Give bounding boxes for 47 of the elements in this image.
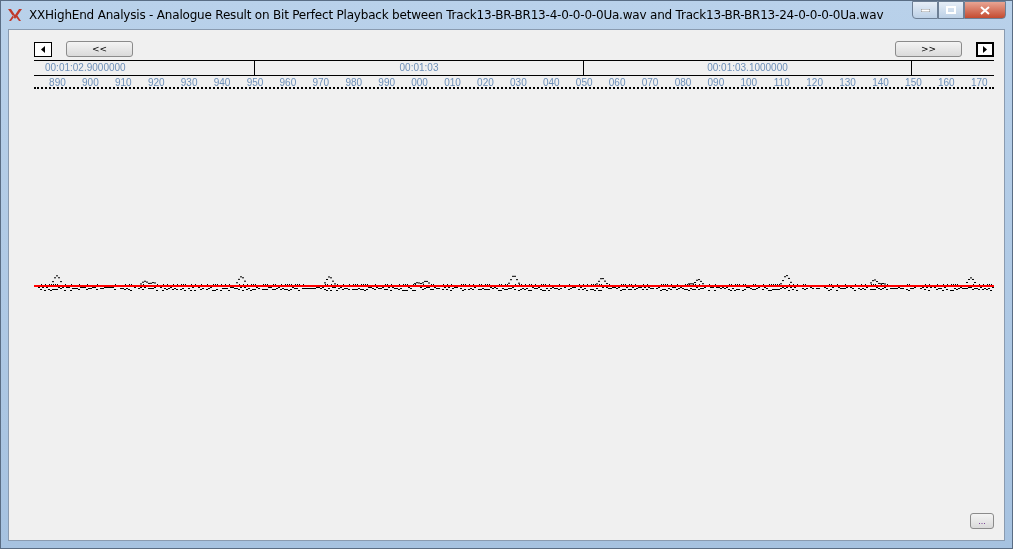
tick-label: 910	[114, 77, 132, 88]
tick-label: 080	[674, 77, 692, 88]
tick-label: 150	[905, 77, 922, 88]
time-label: 00:01:03.1000000	[707, 62, 788, 73]
tick-label: 960	[279, 77, 297, 88]
close-icon	[980, 5, 990, 15]
tick-label: 890	[49, 77, 66, 88]
tick-label: 160	[938, 77, 955, 88]
app-logo-icon	[7, 7, 23, 23]
maximize-icon	[946, 6, 956, 14]
step-right-button[interactable]	[976, 41, 994, 57]
tick-label: 100	[740, 77, 758, 88]
time-label: 00:01:02.9000000	[45, 62, 126, 73]
right-triangle-icon	[983, 45, 987, 53]
left-triangle-icon	[41, 45, 45, 53]
tick-label: 900	[82, 77, 99, 88]
tick-label: 120	[806, 77, 823, 88]
tick-label: 970	[312, 77, 330, 88]
step-left-button[interactable]	[34, 41, 52, 57]
tick-label: 000	[411, 77, 428, 88]
tick-label: 920	[147, 77, 165, 88]
window-title: XXHighEnd Analysis - Analogue Result on Bit Perfect Playback between Track13-BR-BR13-4-0-0-0-0Ua.wav and Track13-BR-BR13-24-0-0-0-0Ua.wav	[29, 8, 885, 22]
tick-label: 040	[542, 77, 560, 88]
tick-label: 050	[575, 77, 593, 88]
maximize-button[interactable]	[938, 1, 964, 19]
tick-label: 090	[707, 77, 725, 88]
tick-label: 990	[378, 77, 395, 88]
tick-label: 940	[213, 77, 231, 88]
tick-label: 980	[345, 77, 363, 88]
tick-label: 140	[872, 77, 889, 88]
tick-label: 030	[510, 77, 527, 88]
tick-label: 950	[246, 77, 264, 88]
more-button[interactable]: ...	[970, 513, 994, 529]
tick-label: 010	[444, 77, 461, 88]
tick-label: 110	[773, 77, 790, 88]
forward-button[interactable]: >>	[895, 41, 962, 57]
back-button[interactable]: <<	[66, 41, 133, 57]
minimize-button[interactable]	[912, 1, 938, 19]
time-label: 00:01:03	[399, 62, 439, 73]
tick-label: 130	[839, 77, 856, 88]
tick-label: 170	[970, 77, 988, 88]
minimize-icon	[920, 8, 930, 12]
tick-label: 930	[180, 77, 198, 88]
tick-label: 060	[608, 77, 626, 88]
tick-label: 020	[477, 77, 494, 88]
tick-label: 070	[641, 77, 659, 88]
close-button[interactable]	[964, 1, 1006, 19]
